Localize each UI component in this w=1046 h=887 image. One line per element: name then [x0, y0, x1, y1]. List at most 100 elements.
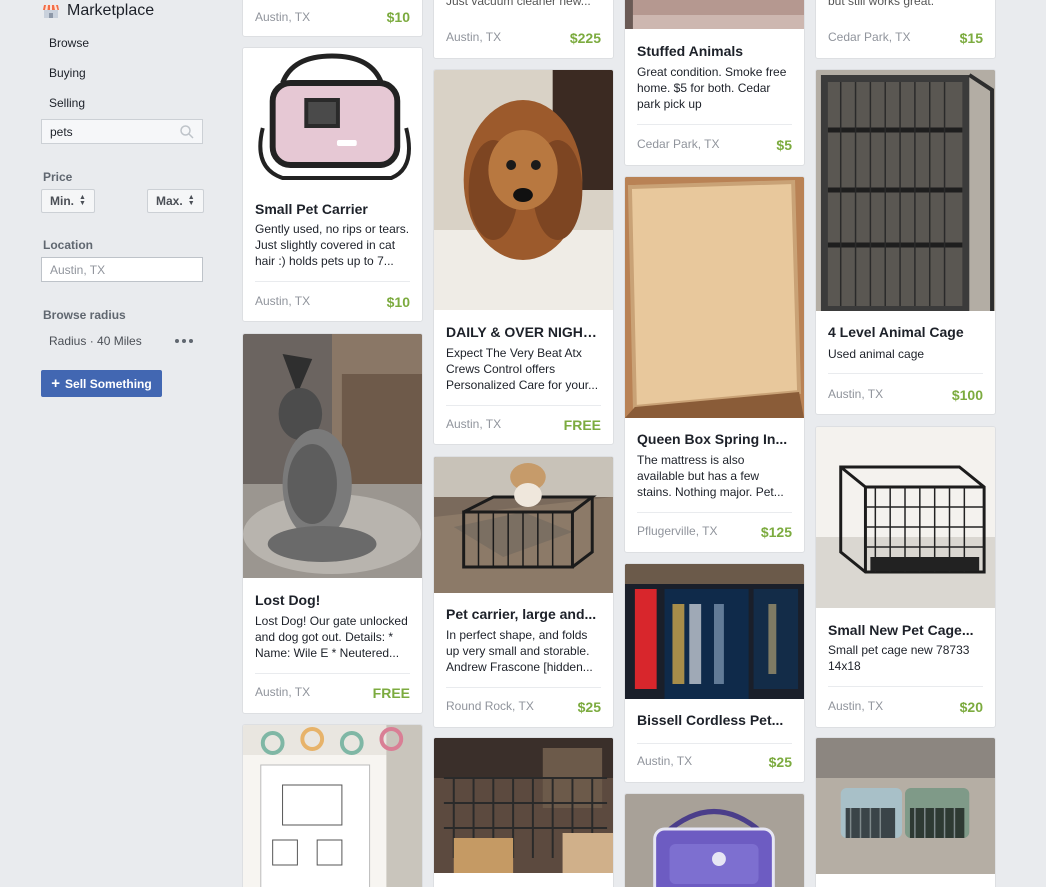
listing-title: Pet carrier, large and...	[446, 606, 597, 622]
listing-location: Austin, TX	[828, 699, 884, 713]
listing-price: $125	[760, 524, 792, 540]
card-divider	[255, 281, 410, 282]
listing-price: $25	[577, 699, 601, 715]
card-divider	[637, 124, 792, 125]
search-icon[interactable]	[180, 125, 194, 139]
listing-description: Lost Dog! Our gate unlocked and dog got …	[255, 614, 408, 660]
listing-card[interactable]: Pet carrier, large and... In perfect sha…	[433, 456, 614, 728]
sidebar: Marketplace Browse Buying Selling Price …	[0, 0, 230, 887]
listing-description: Expect The Very Beat Atx Crews Control o…	[446, 346, 599, 392]
listing-photo	[243, 48, 422, 186]
card-divider	[446, 405, 601, 406]
listing-location: Austin, TX	[446, 417, 502, 431]
listing-price: $100	[951, 387, 983, 403]
listing-description: Used animal cage	[828, 347, 925, 361]
listing-description: In perfect shape, and folds up very smal…	[446, 628, 593, 674]
price-max-label: Max.	[156, 194, 183, 208]
listing-title: Lost Dog!	[255, 592, 321, 608]
card-divider	[828, 373, 983, 374]
listing-photo	[434, 70, 613, 310]
listing-card[interactable]: DAILY & OVER NIGHT... Expect The Very Be…	[433, 69, 614, 445]
listing-card[interactable]: but still works great. Scratch... Cedar …	[815, 0, 996, 59]
listing-card[interactable]: Queen Box Spring In... The mattress is a…	[624, 176, 805, 553]
listing-photo	[625, 794, 804, 887]
marketplace-title: Marketplace	[67, 2, 155, 19]
listing-description: but still works great. Scratch...	[828, 0, 935, 8]
marketplace-header[interactable]: Marketplace	[43, 1, 154, 21]
radius-row[interactable]: Radius · 40 Miles	[49, 334, 195, 348]
nav-selling[interactable]: Selling	[49, 96, 85, 110]
listing-price: $10	[386, 294, 410, 310]
listing-photo	[243, 334, 422, 578]
radius-value: Radius · 40 Miles	[49, 334, 142, 348]
listing-photo	[243, 725, 422, 887]
listing-location: Round Rock, TX	[446, 699, 534, 713]
listing-photo	[816, 70, 995, 311]
price-heading: Price	[43, 170, 73, 184]
listing-card[interactable]: Bissell Cordless Pet... Austin, TX $25	[624, 563, 805, 783]
listing-title: DAILY & OVER NIGHT...	[446, 324, 601, 340]
listing-location: Pflugerville, TX	[637, 524, 718, 538]
listing-photo	[625, 177, 804, 418]
nav-buying[interactable]: Buying	[49, 66, 86, 80]
listing-price: $20	[959, 699, 983, 715]
sell-something-label: Sell Something	[65, 376, 152, 391]
listing-title: Small New Pet Cage...	[828, 622, 974, 638]
listing-photo	[816, 738, 995, 874]
listing-card[interactable]: Stuffed Animals Great condition. Smoke f…	[624, 0, 805, 166]
nav-browse[interactable]: Browse	[49, 36, 89, 50]
sell-something-button[interactable]: + Sell Something	[41, 370, 162, 397]
listing-title: Small Pet Carrier	[255, 201, 368, 217]
listing-photo	[625, 564, 804, 699]
listing-location: Austin, TX	[255, 294, 311, 308]
listing-card[interactable]: 4 Level Animal Cage Used animal cage Aus…	[815, 69, 996, 415]
listing-card[interactable]	[433, 737, 614, 887]
listing-description: Small pet cage new 78733 14x18	[828, 643, 970, 673]
location-input[interactable]	[50, 262, 190, 277]
listing-location: Austin, TX	[637, 754, 693, 768]
search-input[interactable]	[50, 124, 170, 139]
listing-price: $25	[768, 754, 792, 770]
card-divider	[637, 743, 792, 744]
card-divider	[828, 686, 983, 687]
listing-title: Queen Box Spring In...	[637, 431, 788, 447]
location-heading: Location	[43, 238, 93, 252]
listing-location: Cedar Park, TX	[828, 30, 911, 44]
listing-card[interactable]: Just vacuum cleaner new... Austin, TX $2…	[433, 0, 614, 59]
listing-description: Just vacuum cleaner new...	[446, 0, 591, 8]
listing-card[interactable]	[242, 724, 423, 887]
radius-heading: Browse radius	[43, 308, 126, 322]
plus-icon: +	[51, 374, 61, 392]
select-caret-icon: ▲ ▼	[79, 194, 86, 207]
listing-description: Gently used, no rips or tears. Just slig…	[255, 222, 410, 268]
listing-title: Stuffed Animals	[637, 43, 744, 59]
listing-photo	[434, 457, 613, 593]
listing-description: Great condition. Smoke free home. $5 for…	[637, 65, 787, 111]
card-divider	[637, 512, 792, 513]
listing-price: $15	[959, 30, 983, 46]
price-max-select[interactable]: Max. ▲ ▼	[147, 189, 204, 213]
listing-price: $5	[776, 137, 792, 153]
listing-price: $10	[386, 9, 410, 25]
listing-card[interactable]: Austin, TX $10	[242, 0, 423, 37]
listing-title: Bissell Cordless Pet...	[637, 712, 784, 728]
listing-photo	[816, 427, 995, 608]
listing-location: Cedar Park, TX	[637, 137, 720, 151]
listing-location: Austin, TX	[255, 10, 311, 24]
listing-card[interactable]: Small Pet Carrier Gently used, no rips o…	[242, 47, 423, 322]
listing-location: Austin, TX	[446, 30, 502, 44]
more-options-icon[interactable]	[173, 337, 195, 345]
card-divider	[255, 673, 410, 674]
listing-location: Austin, TX	[828, 387, 884, 401]
listing-price: FREE	[563, 417, 601, 433]
listing-photo	[434, 738, 613, 873]
listing-price: FREE	[372, 685, 410, 701]
listing-card[interactable]: Small New Pet Cage... Small pet cage new…	[815, 426, 996, 728]
listing-card[interactable]: Lost Dog! Lost Dog! Our gate unlocked an…	[242, 333, 423, 714]
marketplace-shop-icon	[43, 3, 59, 19]
listing-card[interactable]	[624, 793, 805, 887]
price-min-select[interactable]: Min. ▲ ▼	[41, 189, 95, 213]
select-caret-icon: ▲ ▼	[187, 194, 195, 207]
listing-card[interactable]	[815, 737, 996, 887]
price-min-label: Min.	[50, 194, 74, 208]
